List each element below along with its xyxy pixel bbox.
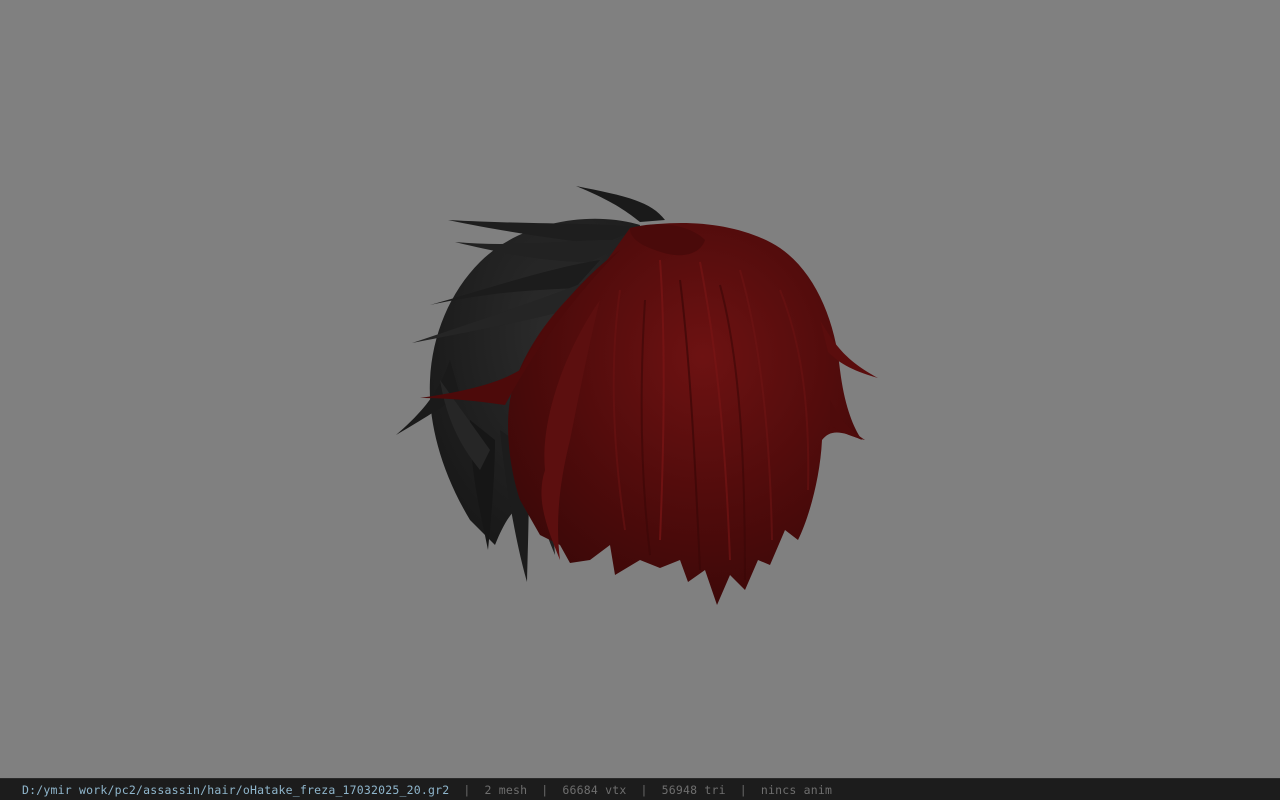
status-bar: D:/ymir work/pc2/assassin/hair/oHatake_f… bbox=[0, 778, 1280, 800]
mesh-count: 2 mesh bbox=[484, 782, 528, 797]
vertex-count: 66684 vtx bbox=[562, 782, 627, 797]
separator: | bbox=[640, 782, 648, 797]
hair-model-render[interactable] bbox=[0, 0, 1280, 778]
3d-viewport[interactable] bbox=[0, 0, 1280, 778]
separator: | bbox=[739, 782, 747, 797]
animation-status: nincs anim bbox=[760, 782, 833, 797]
separator: | bbox=[541, 782, 549, 797]
triangle-count: 56948 tri bbox=[661, 782, 726, 797]
file-path: D:/ymir work/pc2/assassin/hair/oHatake_f… bbox=[22, 782, 450, 797]
separator: | bbox=[463, 782, 471, 797]
